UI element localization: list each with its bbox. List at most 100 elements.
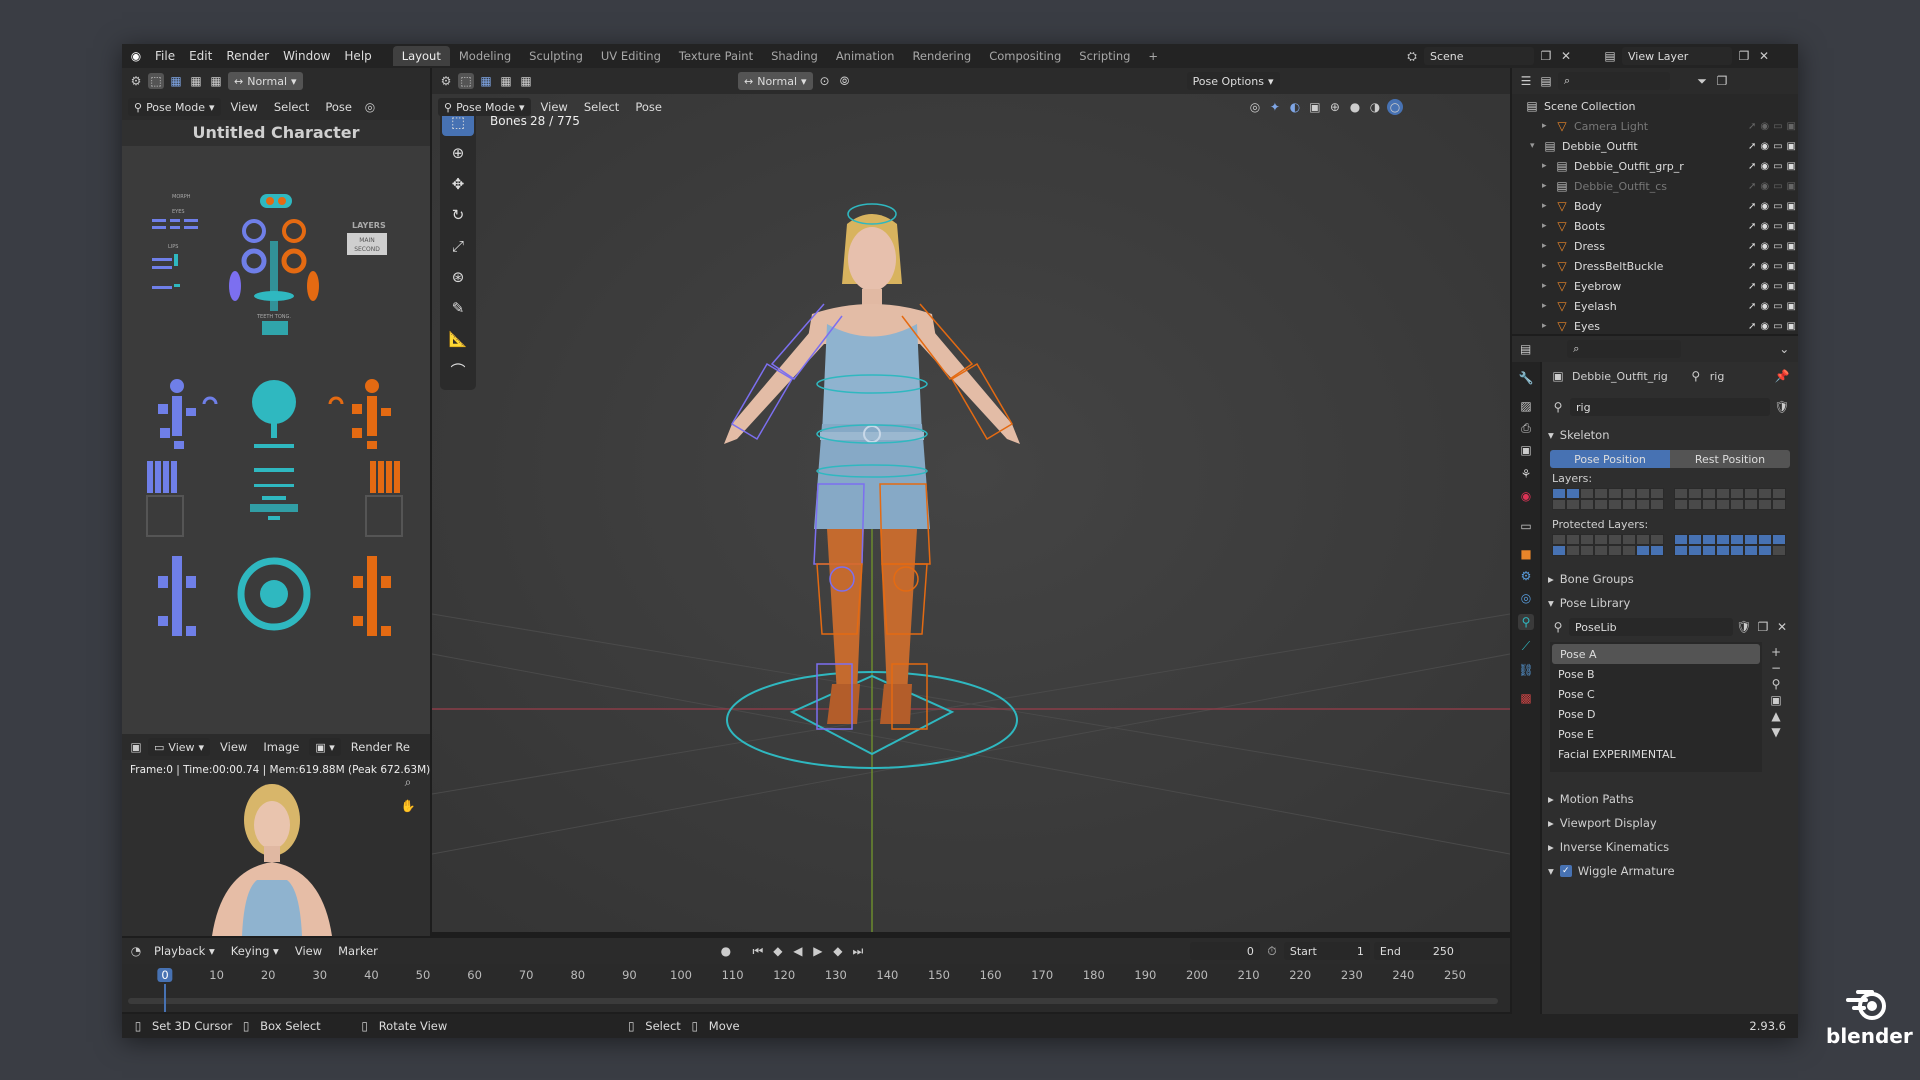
view-menu[interactable]: View	[225, 100, 264, 114]
camera-icon[interactable]: ▣	[1787, 301, 1796, 312]
pin-icon[interactable]: 📌	[1774, 368, 1790, 384]
camera-icon[interactable]: ▣	[1787, 281, 1796, 292]
new-collection-icon[interactable]: ❐	[1714, 73, 1730, 89]
poselib-field[interactable]: PoseLib	[1569, 618, 1733, 636]
eye-icon[interactable]: ◉	[1760, 181, 1769, 192]
orientation-dropdown[interactable]: ↔ Normal ▾	[228, 72, 303, 90]
eye-icon[interactable]: ◉	[1760, 201, 1769, 212]
move-tool-icon[interactable]: ✥	[442, 170, 474, 198]
pose-menu[interactable]: Pose	[319, 100, 358, 114]
skeleton-panel-header[interactable]: ▾ Skeleton	[1548, 424, 1792, 446]
gizmo-toggle-icon[interactable]: ✦	[1267, 99, 1283, 115]
menu-render[interactable]: Render	[219, 49, 276, 63]
tab-shading[interactable]: Shading	[762, 46, 827, 66]
3d-viewport[interactable]: ⬚ ⊕ ✥ ↻ ⤢ ⊛ ✎ 📐 ⌒ Bones 28 / 775	[432, 94, 1510, 932]
collection-tab-icon[interactable]: ▭	[1518, 518, 1534, 534]
expand-right-icon[interactable]: ▸	[1542, 181, 1554, 191]
tab-compositing[interactable]: Compositing	[980, 46, 1070, 66]
physics-tab-icon[interactable]: ◎	[1518, 590, 1534, 606]
camera-icon[interactable]: ▣	[1787, 201, 1796, 212]
render-preview[interactable]: Frame:0 | Time:00:00.74 | Mem:619.88M (P…	[122, 760, 430, 936]
outliner-type-icon[interactable]: ☰	[1518, 73, 1534, 89]
pose-list-item[interactable]: Pose B	[1550, 664, 1762, 684]
material-shading-icon[interactable]: ◑	[1367, 99, 1383, 115]
viewport-icon[interactable]: ▭	[1773, 321, 1782, 332]
vp-visibility-icon[interactable]: ◎	[1247, 99, 1263, 115]
select-tool-icon[interactable]: ⬚	[148, 73, 164, 89]
close-scene-icon[interactable]: ✕	[1558, 48, 1574, 64]
motion-paths-panel-header[interactable]: ▸ Motion Paths	[1548, 788, 1792, 810]
output-tab-icon[interactable]: ⎙	[1518, 420, 1534, 436]
camera-icon[interactable]: ▣	[1787, 221, 1796, 232]
current-frame-field[interactable]: 0	[1189, 942, 1260, 960]
pose-list-item[interactable]: Pose A	[1552, 644, 1760, 664]
select-menu[interactable]: Select	[268, 100, 315, 114]
menu-help[interactable]: Help	[337, 49, 378, 63]
editor-type-icon[interactable]: ⚙	[128, 73, 144, 89]
pose-list-item[interactable]: Pose D	[1550, 704, 1762, 724]
timeline-view-menu[interactable]: View	[289, 944, 328, 958]
select-arrow-icon[interactable]: ➚	[1748, 201, 1756, 212]
select-arrow-icon[interactable]: ➚	[1748, 161, 1756, 172]
eye-icon[interactable]: ◉	[1760, 321, 1769, 332]
menu-edit[interactable]: Edit	[182, 49, 219, 63]
modifier-tab-icon[interactable]: ⚙	[1518, 568, 1534, 584]
measure-tool-icon[interactable]: 📐	[442, 325, 474, 353]
move-up-icon[interactable]: ▲	[1768, 708, 1784, 724]
inverse-kinematics-panel-header[interactable]: ▸ Inverse Kinematics	[1548, 836, 1792, 858]
expand-right-icon[interactable]: ▸	[1542, 121, 1554, 131]
tab-uv-editing[interactable]: UV Editing	[592, 46, 670, 66]
viewport-icon[interactable]: ▭	[1773, 121, 1782, 132]
properties-search[interactable]: ⌕	[1567, 340, 1681, 358]
bone-tab-icon[interactable]: ⟋	[1518, 638, 1534, 654]
start-frame-field[interactable]: Start 1	[1283, 942, 1370, 960]
data-browse-icon[interactable]: ⚲	[1550, 399, 1566, 415]
expand-right-icon[interactable]: ▸	[1542, 161, 1554, 171]
marker-menu[interactable]: Marker	[332, 944, 384, 958]
pose-options-dropdown[interactable]: Pose Options ▾	[1186, 72, 1280, 90]
select-mode-3-icon[interactable]: ▦	[208, 73, 224, 89]
viewport-icon[interactable]: ▭	[1773, 161, 1782, 172]
expand-right-icon[interactable]: ▸	[1542, 221, 1554, 231]
outliner-row[interactable]: ▸ ▽ Boots ➚ ◉ ▭ ▣	[1512, 216, 1798, 236]
vp-select-menu[interactable]: Select	[578, 100, 625, 114]
pose-list-item[interactable]: Pose C	[1550, 684, 1762, 704]
expand-right-icon[interactable]: ▸	[1542, 281, 1554, 291]
menu-window[interactable]: Window	[276, 49, 337, 63]
eye-icon[interactable]: ◉	[1760, 261, 1769, 272]
display-mode-icon[interactable]: ▤	[1538, 73, 1554, 89]
timeline-ruler[interactable]: 0 10 20 30 40 50 60 70 80 90 100 110 120 130 140 150 160…	[122, 964, 1510, 1012]
pose-mode-dropdown[interactable]: ⚲ Pose Mode ▾	[128, 98, 221, 116]
view-layer-icon[interactable]: ▤	[1602, 48, 1618, 64]
outliner-row[interactable]: ▸ ▽ Eyebrow ➚ ◉ ▭ ▣	[1512, 276, 1798, 296]
camera-icon[interactable]: ▣	[1787, 321, 1796, 332]
rig-picker-canvas[interactable]: MORPH EYES LIPS TEETH TONG. LAYERS MAIN …	[122, 146, 430, 734]
select-arrow-icon[interactable]: ➚	[1748, 121, 1756, 132]
snap-icon[interactable]: ⦾	[837, 73, 853, 89]
outliner-row[interactable]: ▸ ▽ Body ➚ ◉ ▭ ▣	[1512, 196, 1798, 216]
outliner-row[interactable]: ▸ ▽ DressBeltBuckle ➚ ◉ ▭ ▣	[1512, 256, 1798, 276]
vp-orientation-dropdown[interactable]: ↔ Normal ▾	[738, 72, 813, 90]
data-block-field[interactable]: rig	[1570, 398, 1770, 416]
outliner-row[interactable]: ▸ ▽ Eyelash ➚ ◉ ▭ ▣	[1512, 296, 1798, 316]
world-tab-icon[interactable]: ◉	[1518, 488, 1534, 504]
playback-menu[interactable]: Playback ▾	[148, 944, 221, 958]
select-arrow-icon[interactable]: ➚	[1748, 241, 1756, 252]
jump-keyframe-back-icon[interactable]: ◆	[770, 943, 786, 959]
end-frame-field[interactable]: End 250	[1373, 942, 1460, 960]
image-menu[interactable]: Image	[257, 740, 305, 754]
wiggle-armature-panel-header[interactable]: ▾ ✓ Wiggle Armature	[1548, 860, 1792, 882]
eye-icon[interactable]: ◉	[1760, 241, 1769, 252]
scene-collection-row[interactable]: ▤ Scene Collection	[1512, 96, 1798, 116]
tab-scripting[interactable]: Scripting	[1070, 46, 1139, 66]
tab-animation[interactable]: Animation	[827, 46, 904, 66]
bone-constraint-tab-icon[interactable]: ⛓	[1518, 662, 1534, 678]
remove-pose-icon[interactable]: −	[1768, 660, 1784, 676]
select-arrow-icon[interactable]: ➚	[1748, 141, 1756, 152]
pose-list-item[interactable]: Pose E	[1550, 724, 1762, 744]
tab-modeling[interactable]: Modeling	[450, 46, 520, 66]
eye-icon[interactable]: ◉	[1760, 141, 1769, 152]
select-arrow-icon[interactable]: ➚	[1748, 261, 1756, 272]
vp-editor-type-icon[interactable]: ⚙	[438, 73, 454, 89]
outliner-row[interactable]: ▸ ▤ Debbie_Outfit_cs ➚ ◉ ▭ ▣	[1512, 176, 1798, 196]
